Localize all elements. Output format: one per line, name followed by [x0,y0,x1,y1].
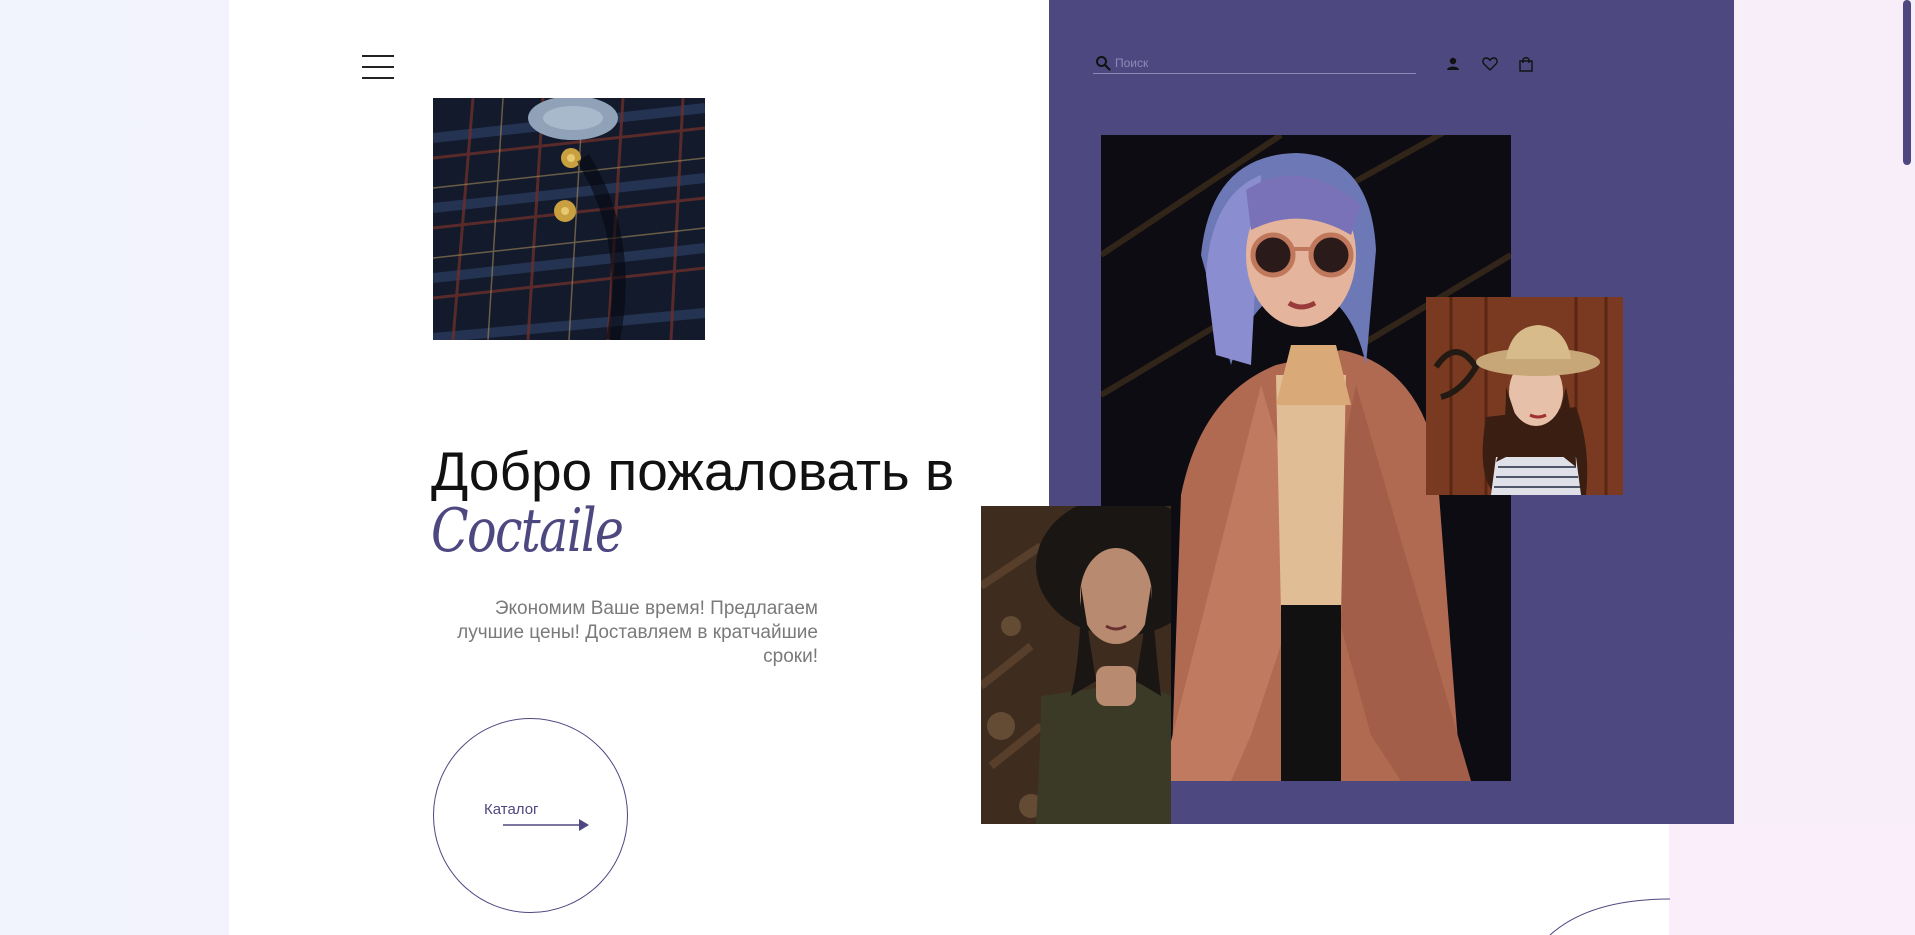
hero-title: Добро пожаловать в [431,440,955,502]
user-icon[interactable] [1444,55,1462,73]
search-input[interactable] [1115,54,1405,72]
decorative-arc [1549,898,1670,935]
heart-icon[interactable] [1481,55,1499,73]
hero-subtitle: Экономим Ваше время! Предлагаем лучшие ц… [457,598,818,667]
search-icon[interactable] [1095,55,1111,71]
hamburger-menu-icon[interactable] [362,55,394,79]
hero-brand-name: Coctaile [431,496,624,566]
plaid-shirt-photo [433,98,705,340]
shopping-bag-icon[interactable] [1517,55,1535,73]
woman-in-straw-hat-photo [1426,297,1623,495]
arrow-right-icon [503,819,589,831]
right-background-tint [1669,824,1915,935]
catalog-button[interactable]: Каталог [433,718,628,913]
scrollbar-thumb[interactable] [1903,0,1911,165]
woman-in-black-hat-photo [981,506,1171,824]
search-bar [1093,52,1416,74]
catalog-button-label: Каталог [484,801,539,818]
